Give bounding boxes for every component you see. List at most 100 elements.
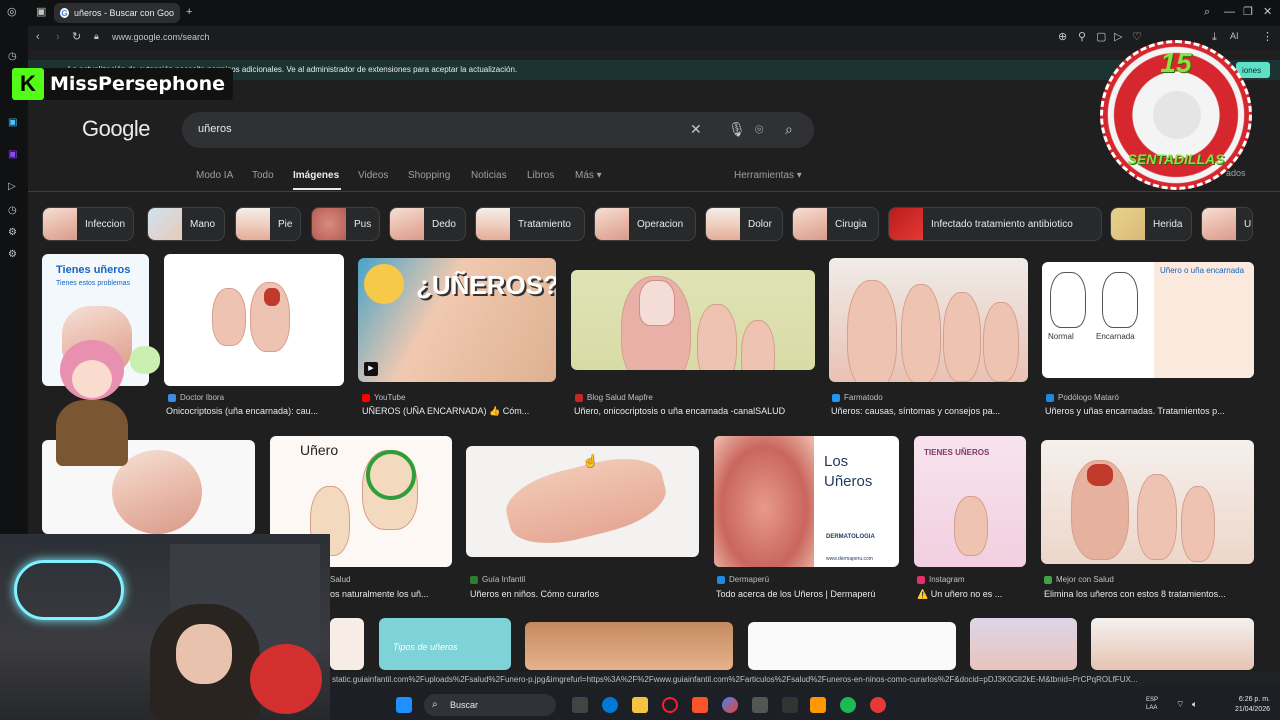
chip-cirugia[interactable]: Cirugia — [792, 207, 879, 241]
voice-search-icon[interactable]: 🎙︎ — [728, 121, 746, 138]
result-source[interactable]: Farmatodo — [832, 393, 883, 402]
image-result[interactable]: Normal Encarnada Uñero o uña encarnada — [1042, 262, 1254, 378]
result-source[interactable]: Salud — [330, 575, 350, 584]
obs-icon[interactable] — [752, 697, 768, 713]
result-caption[interactable]: Uñeros en niños. Cómo curarlos — [470, 589, 696, 599]
image-result[interactable] — [525, 622, 733, 670]
result-source[interactable]: YouTube — [362, 393, 405, 402]
search-box[interactable]: uñeros ✕ 🎙︎ ⌾ ⌕ — [182, 112, 814, 148]
image-result[interactable] — [1041, 440, 1254, 564]
taskbar-clock[interactable]: 6:26 p. m. 21/04/2026 — [1235, 695, 1270, 715]
image-result[interactable] — [164, 254, 344, 386]
image-result[interactable] — [829, 258, 1028, 382]
lock-icon[interactable]: 🔒︎ — [94, 32, 99, 41]
back-icon[interactable]: ‹ — [36, 32, 40, 43]
result-source[interactable]: Blog Salud Mapfre — [575, 393, 653, 402]
chip-infectado-tratamiento-antibiotico[interactable]: Infectado tratamiento antibiotico — [888, 207, 1102, 241]
image-result[interactable] — [1091, 618, 1254, 670]
close-window-icon[interactable]: ✕ — [1263, 7, 1272, 18]
image-result[interactable] — [748, 622, 956, 670]
chip-u[interactable]: U — [1201, 207, 1253, 241]
taskbar-search[interactable]: ⌕ Buscar — [424, 694, 556, 716]
forward-icon[interactable]: › — [56, 32, 60, 43]
result-caption[interactable]: ⚠️ Un uñero no es ... — [917, 589, 1029, 600]
search-icon[interactable]: ⌕ — [785, 121, 793, 138]
sidebar-play-icon[interactable]: ▷ — [8, 182, 16, 192]
language-indicator[interactable]: ESP LAA — [1146, 696, 1158, 712]
tab-modo-ia[interactable]: Modo IA — [196, 170, 233, 181]
tab-active[interactable]: G uñeros - Buscar con Goo — [54, 3, 180, 23]
minimize-icon[interactable]: — — [1224, 7, 1235, 18]
result-caption[interactable]: Todo acerca de los Uñeros | Dermaperú — [716, 589, 902, 599]
safesearch-label[interactable]: ados — [1226, 168, 1246, 178]
result-source[interactable]: Guía Infantil — [470, 575, 525, 584]
sidebar-extensions-icon[interactable]: ⚙ — [8, 228, 17, 238]
chip-operacion[interactable]: Operacion — [594, 207, 696, 241]
result-source[interactable]: Instagram — [917, 575, 965, 584]
result-source[interactable]: Mejor con Salud — [1044, 575, 1114, 584]
result-caption[interactable]: os naturalmente los uñ... — [330, 589, 452, 599]
tab-shopping[interactable]: Shopping — [408, 170, 450, 181]
tab-todo[interactable]: Todo — [252, 170, 274, 181]
screenshot-icon[interactable]: ▢ — [1096, 32, 1106, 43]
task-view-icon[interactable] — [572, 697, 588, 713]
tab-mas[interactable]: Más ▾ — [575, 170, 602, 181]
volume-icon[interactable]: 🔈︎ — [1192, 699, 1197, 710]
result-source[interactable]: Podólogo Mataró — [1046, 393, 1119, 402]
chip-herida[interactable]: Herida — [1110, 207, 1192, 241]
chrome-icon[interactable] — [722, 697, 738, 713]
clear-search-icon[interactable]: ✕ — [690, 121, 702, 138]
search-input[interactable]: uñeros — [198, 123, 232, 135]
sidebar-clock-icon[interactable]: ◷ — [8, 206, 17, 216]
image-result[interactable]: Los Uñeros DERMATOLOGIA www.dermaperu.co… — [714, 436, 899, 567]
google-logo[interactable]: Google — [82, 116, 150, 142]
heart-icon[interactable]: ♡ — [1132, 32, 1142, 43]
image-result[interactable]: ¿UÑEROS? ▶ — [358, 258, 556, 382]
image-result[interactable] — [571, 270, 815, 370]
chip-tratamiento[interactable]: Tratamiento — [475, 207, 585, 241]
image-result[interactable]: Tipos de uñeros — [379, 618, 511, 670]
chip-mano[interactable]: Mano — [147, 207, 225, 241]
workspaces-icon[interactable]: ▣ — [36, 7, 46, 18]
tab-noticias[interactable]: Noticias — [471, 170, 507, 181]
reload-icon[interactable]: ↻ — [72, 32, 81, 43]
chip-dedo[interactable]: Dedo — [389, 207, 466, 241]
result-caption[interactable]: Onicocriptosis (uña encarnada): cau... — [166, 406, 346, 416]
file-explorer-icon[interactable] — [632, 697, 648, 713]
search-tabs-icon[interactable]: ⌕ — [1204, 7, 1210, 18]
spotify-icon[interactable] — [840, 697, 856, 713]
sidebar-settings-icon[interactable]: ⚙ — [8, 250, 17, 260]
result-caption[interactable]: UÑEROS (UÑA ENCARNADA) 👍 Cóm... — [362, 406, 558, 417]
brave-icon[interactable] — [692, 697, 708, 713]
network-icon[interactable]: ⌔ — [1176, 699, 1184, 710]
chip-infeccion[interactable]: Infeccion — [42, 207, 134, 241]
opera-icon[interactable] — [662, 697, 678, 713]
sidebar-twitch-icon[interactable]: ▣ — [8, 150, 17, 160]
browser-logo-icon[interactable]: ◎ — [7, 7, 17, 18]
windows-start-icon[interactable] — [396, 697, 412, 713]
ai-icon[interactable]: AI — [1230, 32, 1239, 41]
app-icon[interactable] — [810, 697, 826, 713]
sidebar-history-icon[interactable]: ◷ — [8, 52, 17, 62]
chip-dolor[interactable]: Dolor — [705, 207, 783, 241]
edge-icon[interactable] — [602, 697, 618, 713]
result-caption[interactable]: Uñero, onicocriptosis o uña encarnada -c… — [574, 406, 818, 416]
sidebar-linkedin-icon[interactable]: ▣ — [8, 118, 17, 128]
download-icon[interactable]: ⤓ — [1212, 32, 1217, 43]
result-caption[interactable]: Uñeros y uñas encarnadas. Tratamientos p… — [1045, 406, 1255, 416]
chip-pie[interactable]: Pie — [235, 207, 301, 241]
result-source[interactable]: Dermaperú — [717, 575, 769, 584]
lens-search-icon[interactable]: ⌾ — [755, 121, 763, 138]
play-icon[interactable]: ▷ — [1114, 32, 1122, 43]
zoom-icon[interactable]: ⊕ — [1058, 32, 1067, 43]
tools-button[interactable]: Herramientas ▾ — [734, 170, 802, 181]
image-result[interactable] — [970, 618, 1077, 670]
tab-videos[interactable]: Videos — [358, 170, 388, 181]
app-icon[interactable] — [782, 697, 798, 713]
pin-icon[interactable]: ⚲ — [1078, 32, 1086, 43]
result-caption[interactable]: Elimina los uñeros con estos 8 tratamien… — [1044, 589, 1254, 599]
image-result[interactable]: TIENES UÑEROS — [914, 436, 1026, 567]
image-result[interactable] — [330, 618, 364, 670]
result-caption[interactable]: Uñeros: causas, síntomas y consejos pa..… — [831, 406, 1027, 416]
chip-pus[interactable]: Pus — [311, 207, 380, 241]
